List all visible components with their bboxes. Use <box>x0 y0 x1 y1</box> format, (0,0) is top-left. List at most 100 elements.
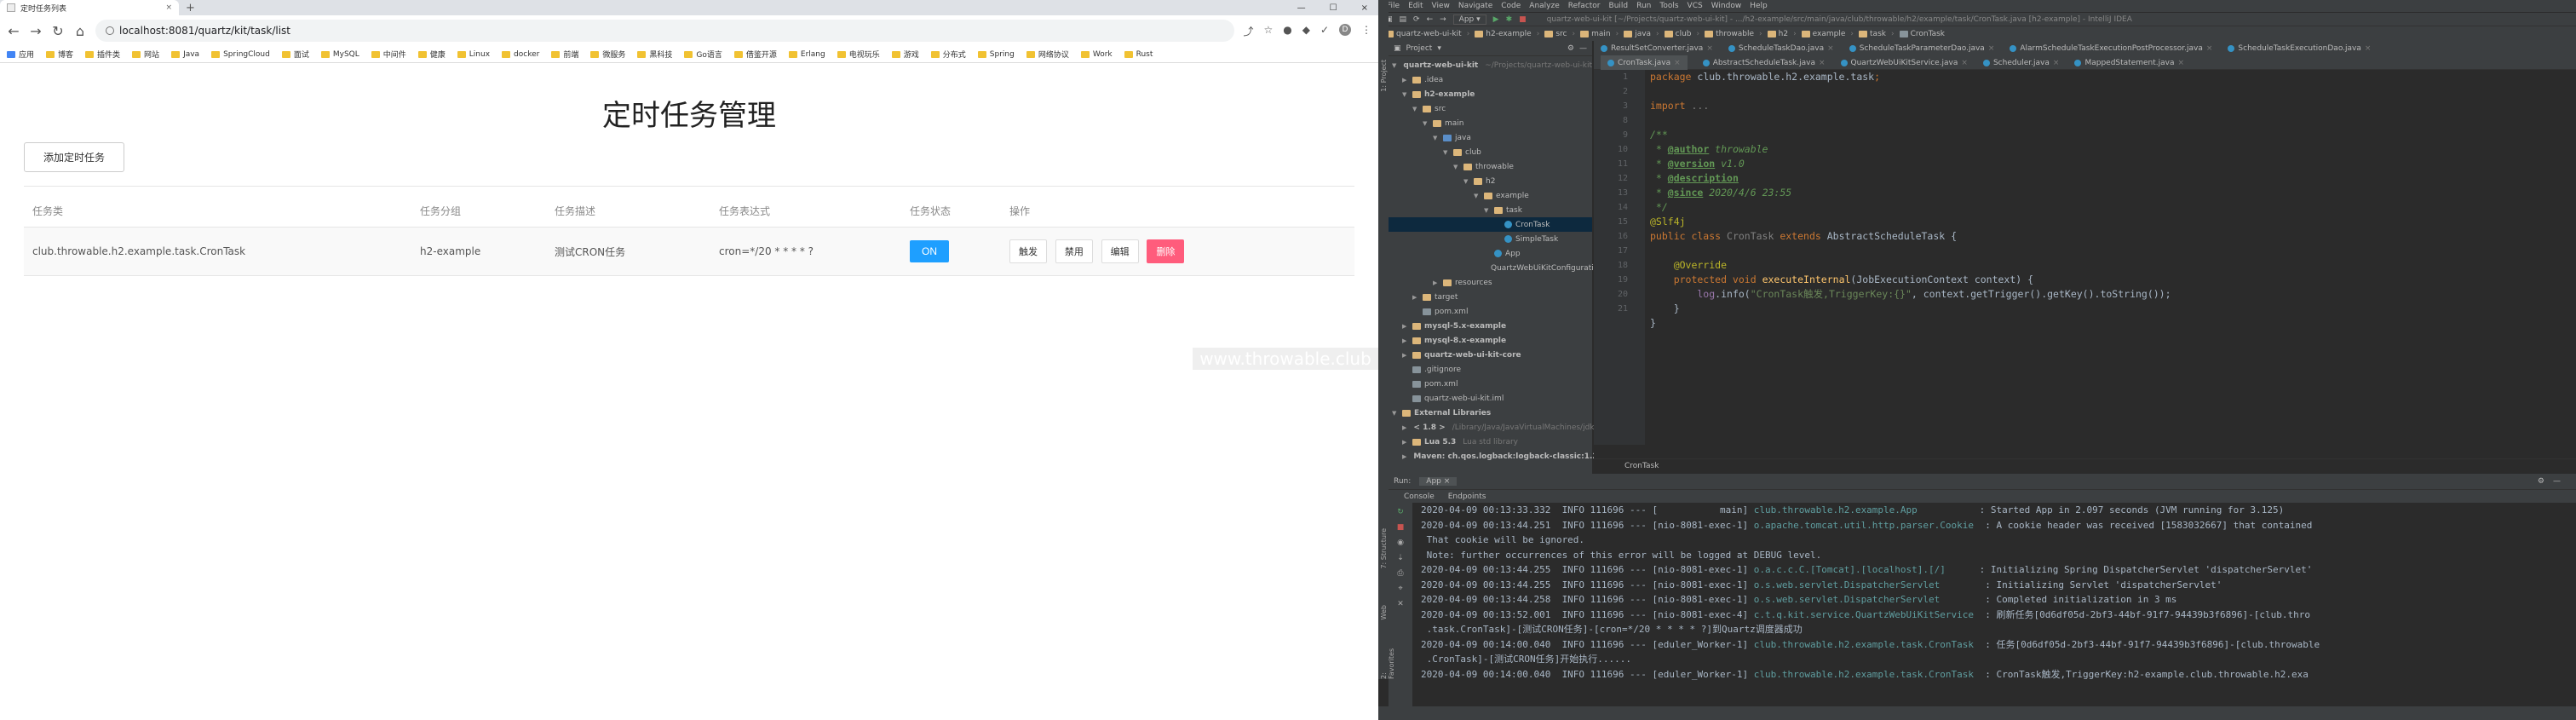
chevron-right-icon[interactable]: ▶ <box>1402 424 1406 431</box>
add-task-button[interactable]: 添加定时任务 <box>24 142 125 172</box>
breadcrumb-item[interactable]: main <box>1580 30 1611 38</box>
tree-item[interactable]: ▼ throwable <box>1389 159 1592 174</box>
trigger-button[interactable]: 触发 <box>1009 239 1047 263</box>
tree-item[interactable]: pom.xml <box>1389 304 1592 319</box>
bookmark-item[interactable]: 微服务 <box>590 49 625 60</box>
editor-tab[interactable]: ResultSetConverter.java × <box>1601 44 1713 53</box>
forward-icon[interactable]: → <box>29 23 43 39</box>
bookmark-item[interactable]: 中间件 <box>371 49 406 60</box>
bookmark-item[interactable]: 网站 <box>132 49 159 60</box>
chevron-right-icon[interactable]: ▶ <box>1402 323 1409 330</box>
breadcrumb-item[interactable]: CronTask <box>1899 30 1945 38</box>
chevron-right-icon[interactable]: ▶ <box>1433 279 1440 286</box>
breadcrumb-item[interactable]: java <box>1624 30 1651 38</box>
chevron-down-icon[interactable]: ▼ <box>1433 135 1440 141</box>
menu-item[interactable]: File <box>1387 2 1400 10</box>
sidebar-tab-project[interactable]: 1: Project <box>1380 60 1388 92</box>
tree-item[interactable]: QuartzWebUiKitConfiguration <box>1389 261 1603 275</box>
editor-tab[interactable]: CronTask.java × <box>1601 55 1688 70</box>
editor-tab[interactable]: ScheduleTaskExecutionDao.java × <box>2228 44 2371 53</box>
settings-icon[interactable]: ⚙ <box>2538 477 2544 486</box>
bookmark-item[interactable]: Linux <box>457 50 490 59</box>
bookmark-item[interactable]: 电视玩乐 <box>837 49 880 60</box>
tree-item[interactable]: .gitignore <box>1389 362 1592 377</box>
back-icon[interactable]: ← <box>1427 15 1434 24</box>
tree-item[interactable]: pom.xml <box>1389 377 1592 391</box>
tree-item[interactable]: ▼ quartz-web-ui-kit ~/Projects/quartz-web-… <box>1389 58 1592 72</box>
tree-item[interactable]: quartz-web-ui-kit.iml <box>1389 391 1592 406</box>
close-icon[interactable]: × <box>1827 44 1834 53</box>
chevron-down-icon[interactable]: ▼ <box>1412 106 1419 112</box>
close-icon[interactable]: × <box>1674 59 1681 67</box>
tree-item[interactable]: ▶ mysql-5.x-example <box>1389 319 1592 333</box>
tree-item[interactable]: ▶ resources <box>1389 275 1592 290</box>
tree-item[interactable]: ▼ club <box>1389 145 1592 159</box>
bookmark-item[interactable]: 健康 <box>417 49 446 60</box>
pin-icon[interactable]: ⌖ <box>1398 585 1402 593</box>
hide-icon[interactable]: — <box>1579 44 1587 53</box>
menu-item[interactable]: Tools <box>1659 2 1678 10</box>
code-area[interactable]: package club.throwable.h2.example.task; … <box>1650 70 2171 331</box>
tree-item[interactable]: ▶ target <box>1389 290 1592 304</box>
tree-item[interactable]: ▼ task <box>1389 203 1592 217</box>
chevron-down-icon[interactable]: ▼ <box>1423 120 1429 127</box>
tab-console[interactable]: Console <box>1404 492 1435 501</box>
bookmark-item[interactable]: 网络协议 <box>1026 49 1069 60</box>
close-icon[interactable]: × <box>1819 59 1826 67</box>
tree-item[interactable]: ▶ .idea <box>1389 72 1592 87</box>
editor-tab[interactable]: ScheduleTaskDao.java × <box>1728 44 1834 53</box>
bookmark-item[interactable]: 前端 <box>551 49 578 60</box>
menu-icon[interactable]: ⋮ <box>1361 24 1371 38</box>
chevron-down-icon[interactable]: ▼ <box>1484 207 1491 214</box>
translate-icon[interactable]: ⤴ <box>1243 24 1253 38</box>
profile-avatar[interactable]: D <box>1339 23 1351 36</box>
bookmark-item[interactable]: Spring <box>977 50 1015 59</box>
bookmark-item[interactable]: 面试 <box>281 49 309 60</box>
editor-tab[interactable]: QuartzWebUiKitService.java × <box>1840 59 1968 67</box>
editor-tab[interactable]: AlarmScheduleTaskExecutionPostProcessor.… <box>2010 44 2212 53</box>
close-icon[interactable]: × <box>2178 59 2185 67</box>
trash-icon[interactable]: ✕ <box>1397 600 1404 608</box>
tree-item[interactable]: CronTask <box>1389 217 1592 232</box>
address-bar[interactable]: localhost:8081/quartz/kit/task/list <box>95 20 1235 42</box>
tree-item[interactable]: ▼ h2-example <box>1389 87 1592 101</box>
chevron-down-icon[interactable]: ▼ <box>1463 178 1470 185</box>
tree-item[interactable]: ▶ quartz-web-ui-kit-core <box>1389 348 1592 362</box>
breadcrumb-item[interactable]: throwable <box>1705 30 1754 38</box>
tree-item[interactable]: ▶ < 1.8 >/Library/Java/JavaVirtualMachine… <box>1389 420 1632 435</box>
extension-icon[interactable]: ✓ <box>1320 24 1329 38</box>
bookmark-item[interactable]: 博客 <box>46 49 73 60</box>
menu-item[interactable]: Navigate <box>1458 2 1492 10</box>
bookmark-item[interactable]: Java <box>171 50 199 59</box>
bookmark-item[interactable]: SpringCloud <box>211 50 270 59</box>
settings-icon[interactable]: ⚙ <box>1567 44 1574 53</box>
bookmark-item[interactable]: Go语言 <box>684 49 722 60</box>
reload-icon[interactable]: ↻ <box>51 23 65 39</box>
menu-item[interactable]: Analyze <box>1529 2 1559 10</box>
bookmark-item[interactable]: 应用 <box>7 49 34 60</box>
status-toggle-button[interactable]: ON <box>910 240 949 262</box>
bookmark-item[interactable]: MySQL <box>320 50 359 59</box>
minimize-button[interactable]: — <box>1297 3 1306 13</box>
close-icon[interactable]: × <box>2053 59 2060 67</box>
extension-icon[interactable]: ◆ <box>1302 24 1310 38</box>
bookmark-item[interactable]: Erlang <box>788 50 825 59</box>
bookmark-item[interactable]: 借鉴开源 <box>733 49 777 60</box>
scroll-icon[interactable]: ⇣ <box>1397 554 1404 562</box>
chevron-right-icon[interactable]: ▶ <box>1402 352 1409 359</box>
close-icon[interactable]: × <box>2206 44 2213 53</box>
close-icon[interactable]: × <box>165 3 172 12</box>
menu-item[interactable]: View <box>1432 2 1450 10</box>
home-icon[interactable]: ⌂ <box>73 23 87 39</box>
menu-item[interactable]: Refactor <box>1568 2 1601 10</box>
menu-item[interactable]: Edit <box>1408 2 1423 10</box>
tree-item[interactable]: ▶ mysql-8.x-example <box>1389 333 1592 348</box>
tree-item[interactable]: ▼ main <box>1389 116 1592 130</box>
breadcrumb-item[interactable]: task <box>1859 30 1886 38</box>
sidebar-tab-favorites[interactable]: 2: Favorites <box>1380 648 1395 679</box>
hide-icon[interactable]: — <box>2553 477 2561 486</box>
tree-item[interactable]: ▶ Lua 5.3 Lua std library <box>1389 435 1592 449</box>
bookmark-item[interactable]: docker <box>502 50 539 59</box>
close-icon[interactable]: × <box>2365 44 2372 53</box>
stop-icon[interactable]: ■ <box>1519 15 1527 24</box>
